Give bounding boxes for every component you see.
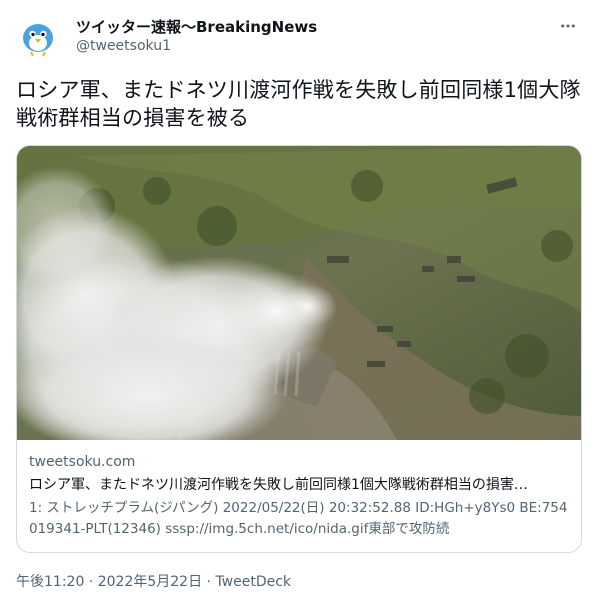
card-image[interactable] xyxy=(17,146,581,440)
author-handle[interactable]: @tweetsoku1 xyxy=(76,38,171,54)
meta-separator: · xyxy=(202,574,216,590)
tweet-text: ロシア軍、またドネツ川渡河作戦を失敗し前回同様1個大隊戦術群相当の損害を被る xyxy=(16,78,581,130)
more-options-button[interactable] xyxy=(554,12,582,40)
card-body[interactable]: tweetsoku.com ロシア軍、またドネツ川渡河作戦を失敗し前回同様1個大… xyxy=(29,452,569,540)
author-name[interactable]: ツイッター速報〜BreakingNews xyxy=(76,16,317,37)
tweet-date[interactable]: 2022年5月22日 xyxy=(98,574,202,590)
more-dots-icon xyxy=(561,24,575,28)
card-description: 1: ストレッチプラム(ジパング) 2022/05/22(日) 20:32:52… xyxy=(29,500,568,537)
meta-separator: · xyxy=(84,574,98,590)
tweet-header: ツイッター速報〜BreakingNews @tweetsoku1 xyxy=(16,12,582,60)
tweet-time[interactable]: 午後11:20 xyxy=(16,574,84,590)
card-title: ロシア軍、またドネツ川渡河作戦を失敗し前回同様1個大隊戦術群相当の損害… xyxy=(29,477,528,493)
card-domain: tweetsoku.com xyxy=(29,454,136,470)
tweet-source[interactable]: TweetDeck xyxy=(215,574,291,590)
bird-mascot-icon[interactable] xyxy=(16,14,60,58)
link-card[interactable]: tweetsoku.com ロシア軍、またドネツ川渡河作戦を失敗し前回同様1個大… xyxy=(16,145,582,553)
tweet-meta: 午後11:20 · 2022年5月22日 · TweetDeck xyxy=(16,571,291,591)
